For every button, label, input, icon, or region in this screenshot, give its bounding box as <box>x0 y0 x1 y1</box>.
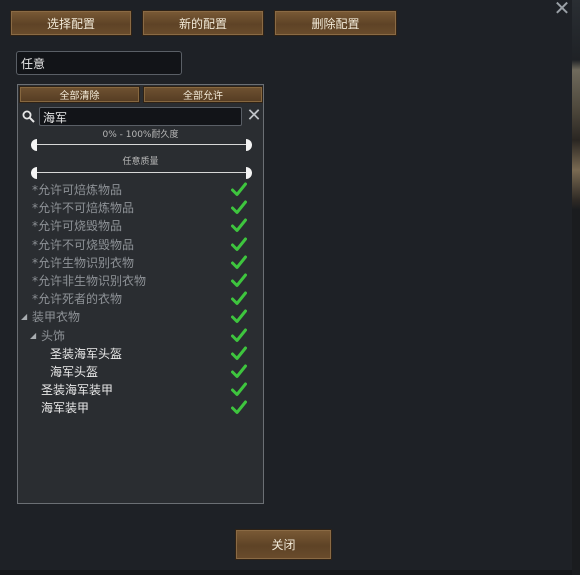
checkmark-icon[interactable] <box>231 255 247 270</box>
tree-row[interactable]: *允许不可烧毁物品 <box>18 236 263 254</box>
quality-max-handle[interactable] <box>246 167 252 179</box>
tree-row[interactable]: *允许可焙炼物品 <box>18 181 263 199</box>
tree-row-label: *允许生物识别衣物 <box>32 255 135 270</box>
filter-panel: 全部清除 全部允许 海军 ✕ 0% - 100%耐久度 任意质量 *允许可焙炼物… <box>17 84 264 504</box>
select-config-button[interactable]: 选择配置 <box>10 10 132 36</box>
tree-row-label: *允许可烧毁物品 <box>32 219 123 234</box>
delete-config-button[interactable]: 删除配置 <box>274 10 397 36</box>
clear-icon[interactable]: ✕ <box>246 107 262 125</box>
tree-row[interactable]: *允许生物识别衣物 <box>18 254 263 272</box>
tree-row-label: *允许非生物识别衣物 <box>32 274 147 288</box>
tree-row-label: *允许不可烧毁物品 <box>32 237 135 252</box>
tree-row-label: 圣装海军装甲 <box>41 383 114 398</box>
quality-slider-track[interactable] <box>35 172 249 173</box>
config-name-field[interactable]: 任意 <box>16 51 182 75</box>
tree-row-label: *允许死者的衣物 <box>32 292 123 307</box>
tree-row[interactable]: *允许可烧毁物品 <box>18 217 263 235</box>
tree-row-label: 装甲衣物 <box>32 310 81 325</box>
tree-row[interactable]: *允许死者的衣物 <box>18 290 263 308</box>
checkmark-icon[interactable] <box>231 182 247 197</box>
search-input[interactable]: 海军 <box>39 107 242 126</box>
durability-min-handle[interactable] <box>31 139 37 151</box>
tree-row[interactable]: 海军装甲 <box>18 399 263 417</box>
quality-min-handle[interactable] <box>31 167 37 179</box>
tree-row[interactable]: ◢ 装甲衣物 <box>18 308 263 326</box>
bottom-edge <box>0 570 572 575</box>
clear-all-button[interactable]: 全部清除 <box>19 86 140 103</box>
tree-row[interactable]: *允许非生物识别衣物 <box>18 272 263 290</box>
checkmark-icon[interactable] <box>231 346 247 361</box>
checkmark-icon[interactable] <box>231 273 247 288</box>
dialog-window: 选择配置 新的配置 删除配置 ✕ 任意 全部清除 全部允许 海军 ✕ 0% - … <box>0 0 572 575</box>
checkmark-icon[interactable] <box>231 218 247 233</box>
checkmark-icon[interactable] <box>231 328 247 343</box>
checkmark-icon[interactable] <box>231 400 247 415</box>
tree-row-label: 头饰 <box>41 328 66 343</box>
background-scene-edge <box>572 0 580 575</box>
durability-max-handle[interactable] <box>246 139 252 151</box>
checkmark-icon[interactable] <box>231 200 247 215</box>
checkmark-icon[interactable] <box>231 309 247 324</box>
close-icon[interactable]: ✕ <box>552 0 572 18</box>
tree-row-label: 海军装甲 <box>41 401 90 416</box>
tree-row-label: *允许可焙炼物品 <box>32 183 123 197</box>
new-config-button[interactable]: 新的配置 <box>142 10 264 36</box>
checkmark-icon[interactable] <box>231 291 247 306</box>
triangle-down-icon[interactable]: ◢ <box>21 308 27 326</box>
tree-row[interactable]: *允许不可焙炼物品 <box>18 199 263 217</box>
quality-range-label: 任意质量 <box>122 157 159 167</box>
tree-row-label: 海军头盔 <box>50 365 99 379</box>
close-button[interactable]: 关闭 <box>235 529 332 560</box>
triangle-down-icon[interactable]: ◢ <box>30 327 36 345</box>
search-icon <box>22 110 35 123</box>
tree-row[interactable]: 圣装海军头盔 <box>18 345 263 363</box>
allow-all-button[interactable]: 全部允许 <box>143 86 263 103</box>
tree-row-label: *允许不可焙炼物品 <box>32 201 135 216</box>
checkmark-icon[interactable] <box>231 364 247 379</box>
durability-slider-track[interactable] <box>35 144 249 145</box>
checkmark-icon[interactable] <box>231 237 247 252</box>
durability-range-label: 0% - 100%耐久度 <box>102 130 179 140</box>
checkmark-icon[interactable] <box>231 382 247 397</box>
tree-row[interactable]: ◢ 头饰 <box>18 327 263 345</box>
tree-row[interactable]: 圣装海军装甲 <box>18 381 263 399</box>
tree-row-label: 圣装海军头盔 <box>50 346 123 361</box>
tree-row[interactable]: 海军头盔 <box>18 363 263 381</box>
